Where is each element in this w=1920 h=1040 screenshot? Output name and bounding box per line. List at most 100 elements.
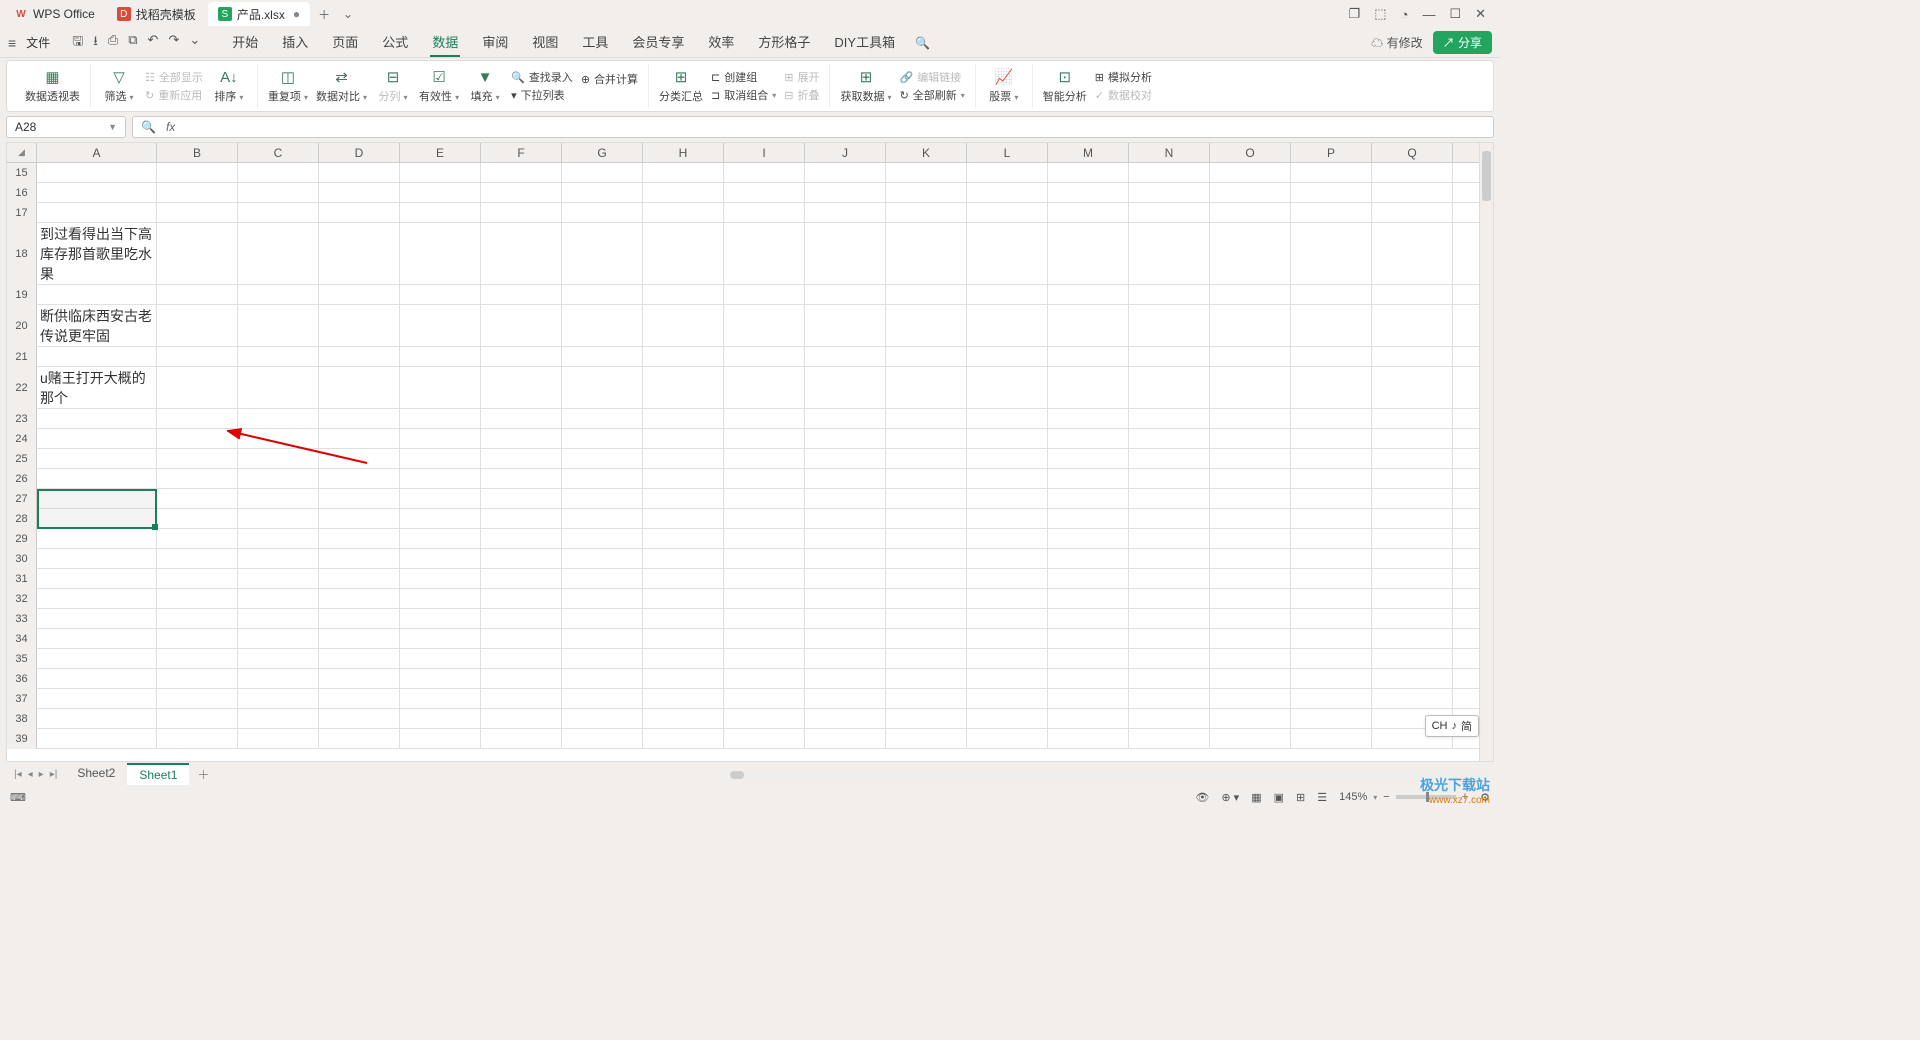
row-header[interactable]: 26 [7, 469, 37, 489]
cell-D26[interactable] [319, 469, 400, 488]
cell-M28[interactable] [1048, 509, 1129, 528]
cell-G37[interactable] [562, 689, 643, 708]
cell-K36[interactable] [886, 669, 967, 688]
col-header-N[interactable]: N [1129, 143, 1210, 162]
cell-K31[interactable] [886, 569, 967, 588]
col-header-A[interactable]: A [37, 143, 157, 162]
cell-F16[interactable] [481, 183, 562, 202]
cell-F20[interactable] [481, 305, 562, 346]
cell-C38[interactable] [238, 709, 319, 728]
cell-F24[interactable] [481, 429, 562, 448]
preview-icon[interactable]: ⧉ [128, 32, 137, 54]
cell-N28[interactable] [1129, 509, 1210, 528]
cell-N15[interactable] [1129, 163, 1210, 182]
minimize-button[interactable]: — [1422, 7, 1435, 22]
cell-Q33[interactable] [1372, 609, 1453, 628]
cell-Q30[interactable] [1372, 549, 1453, 568]
cell-D30[interactable] [319, 549, 400, 568]
cell-A28[interactable] [37, 509, 157, 528]
cell-H28[interactable] [643, 509, 724, 528]
row-header[interactable]: 27 [7, 489, 37, 509]
cell-P38[interactable] [1291, 709, 1372, 728]
cell-K15[interactable] [886, 163, 967, 182]
split-button[interactable]: ⊟分列 ▾ [375, 68, 411, 104]
file-menu[interactable]: 文件 [26, 34, 50, 51]
cell-D39[interactable] [319, 729, 400, 748]
cell-Q18[interactable] [1372, 223, 1453, 284]
cell-P27[interactable] [1291, 489, 1372, 508]
row-header[interactable]: 21 [7, 347, 37, 367]
cell-A32[interactable] [37, 589, 157, 608]
chevron-down-icon[interactable]: ▼ [108, 122, 117, 132]
cell-L23[interactable] [967, 409, 1048, 428]
cell-A38[interactable] [37, 709, 157, 728]
cell-D16[interactable] [319, 183, 400, 202]
col-header-D[interactable]: D [319, 143, 400, 162]
cell-L18[interactable] [967, 223, 1048, 284]
cell-K17[interactable] [886, 203, 967, 222]
col-header-H[interactable]: H [643, 143, 724, 162]
cell-F34[interactable] [481, 629, 562, 648]
cell-A17[interactable] [37, 203, 157, 222]
cell-H19[interactable] [643, 285, 724, 304]
cell-Q20[interactable] [1372, 305, 1453, 346]
row-header[interactable]: 32 [7, 589, 37, 609]
whatif-button[interactable]: ⊞模拟分析 [1095, 69, 1152, 85]
cell-H39[interactable] [643, 729, 724, 748]
cell-G33[interactable] [562, 609, 643, 628]
cell-C16[interactable] [238, 183, 319, 202]
row-header[interactable]: 39 [7, 729, 37, 749]
cell-O39[interactable] [1210, 729, 1291, 748]
cell-M23[interactable] [1048, 409, 1129, 428]
cell-O36[interactable] [1210, 669, 1291, 688]
col-header-I[interactable]: I [724, 143, 805, 162]
vertical-scrollbar[interactable] [1479, 143, 1493, 761]
cell-I17[interactable] [724, 203, 805, 222]
cell-M15[interactable] [1048, 163, 1129, 182]
cell-J39[interactable] [805, 729, 886, 748]
cell-F18[interactable] [481, 223, 562, 284]
cell-H26[interactable] [643, 469, 724, 488]
cell-B27[interactable] [157, 489, 238, 508]
qa-more-icon[interactable]: ⌄ [189, 32, 200, 54]
cell-O37[interactable] [1210, 689, 1291, 708]
cell-H29[interactable] [643, 529, 724, 548]
cell-O29[interactable] [1210, 529, 1291, 548]
cell-M30[interactable] [1048, 549, 1129, 568]
cell-E33[interactable] [400, 609, 481, 628]
cell-J34[interactable] [805, 629, 886, 648]
cell-C18[interactable] [238, 223, 319, 284]
cell-I35[interactable] [724, 649, 805, 668]
cell-L31[interactable] [967, 569, 1048, 588]
cell-K26[interactable] [886, 469, 967, 488]
fill-button[interactable]: ▼填充 ▾ [467, 69, 503, 104]
cell-I34[interactable] [724, 629, 805, 648]
cell-M19[interactable] [1048, 285, 1129, 304]
cell-A33[interactable] [37, 609, 157, 628]
cell-G20[interactable] [562, 305, 643, 346]
cell-M39[interactable] [1048, 729, 1129, 748]
cell-E35[interactable] [400, 649, 481, 668]
view-page-icon[interactable]: ▣ [1274, 791, 1284, 804]
menu-tab-2[interactable]: 页面 [330, 28, 360, 57]
cell-P31[interactable] [1291, 569, 1372, 588]
cell-N31[interactable] [1129, 569, 1210, 588]
cell-L37[interactable] [967, 689, 1048, 708]
cell-J36[interactable] [805, 669, 886, 688]
cell-Q21[interactable] [1372, 347, 1453, 366]
cell-D29[interactable] [319, 529, 400, 548]
cell-C26[interactable] [238, 469, 319, 488]
cell-O23[interactable] [1210, 409, 1291, 428]
cell-O22[interactable] [1210, 367, 1291, 408]
cell-N16[interactable] [1129, 183, 1210, 202]
cell-H22[interactable] [643, 367, 724, 408]
menu-tab-6[interactable]: 视图 [530, 28, 560, 57]
cell-Q23[interactable] [1372, 409, 1453, 428]
cell-I25[interactable] [724, 449, 805, 468]
cell-F35[interactable] [481, 649, 562, 668]
collapse-button[interactable]: ⊟折叠 [784, 87, 819, 103]
cell-N23[interactable] [1129, 409, 1210, 428]
cell-C33[interactable] [238, 609, 319, 628]
cell-A19[interactable] [37, 285, 157, 304]
group-button[interactable]: ⊏创建组 [711, 69, 776, 85]
